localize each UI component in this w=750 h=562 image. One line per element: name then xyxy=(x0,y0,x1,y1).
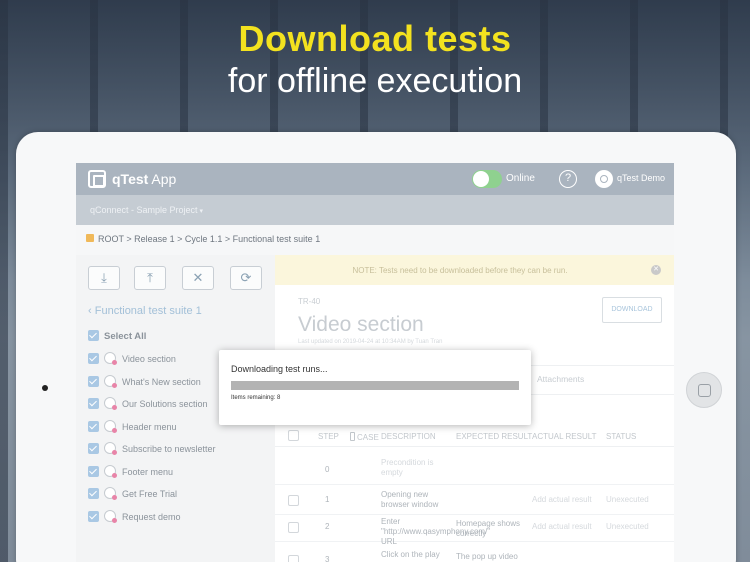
row-checkbox[interactable] xyxy=(288,522,299,533)
item-label: Footer menu xyxy=(122,467,174,477)
cell-step: 1 xyxy=(325,495,330,504)
row-checkbox[interactable] xyxy=(288,555,299,562)
online-toggle[interactable] xyxy=(472,170,502,188)
test-run-status-icon xyxy=(104,397,117,410)
brand-bold: qTest xyxy=(112,171,149,187)
cell-actual[interactable]: Add actual result xyxy=(532,495,604,505)
qtest-logo-icon xyxy=(88,170,106,188)
item-checkbox[interactable] xyxy=(88,466,99,477)
project-selector[interactable]: qConnect - Sample Project xyxy=(90,205,203,215)
progress-bar xyxy=(231,381,519,390)
row-divider xyxy=(275,541,674,542)
list-item[interactable]: Subscribe to newsletter xyxy=(86,442,266,456)
item-checkbox[interactable] xyxy=(88,443,99,454)
close-icon[interactable]: ✕ xyxy=(651,265,661,275)
select-all-row[interactable]: Select All xyxy=(86,329,266,343)
col-case: CASE xyxy=(350,432,379,442)
col-description: DESCRIPTION xyxy=(381,432,436,441)
test-run-status-icon xyxy=(104,442,117,455)
item-label: Our Solutions section xyxy=(122,399,208,409)
test-run-status-icon xyxy=(104,510,117,523)
item-label: What's New section xyxy=(122,377,201,387)
help-icon[interactable]: ? xyxy=(559,170,577,188)
test-run-id: TR-40 xyxy=(298,297,321,306)
select-all-checkbox[interactable] xyxy=(88,330,99,341)
test-run-status-icon xyxy=(104,420,117,433)
col-actual: ACTUAL RESULT xyxy=(532,432,597,441)
progress-fill xyxy=(231,381,519,390)
cell-step: 2 xyxy=(325,522,330,531)
tab-attachments[interactable]: Attachments xyxy=(537,374,584,384)
breadcrumb[interactable]: ROOT > Release 1 > Cycle 1.1 > Functiona… xyxy=(98,234,320,244)
cell-description[interactable]: Opening new browser window xyxy=(381,490,453,510)
item-checkbox[interactable] xyxy=(88,376,99,387)
item-label: Request demo xyxy=(122,512,181,522)
list-item[interactable]: Footer menu xyxy=(86,465,266,479)
test-run-status-icon xyxy=(104,465,117,478)
item-checkbox[interactable] xyxy=(88,488,99,499)
home-square-icon xyxy=(698,384,711,397)
cell-actual[interactable]: Add actual result xyxy=(532,522,604,532)
row-divider xyxy=(275,514,674,515)
cell-description[interactable]: Enter "http://www.qasymphony.com/" URL xyxy=(381,517,490,547)
user-avatar-icon[interactable] xyxy=(595,170,613,188)
case-icon xyxy=(350,432,355,441)
row-divider xyxy=(275,484,674,485)
test-run-status-icon xyxy=(104,487,117,500)
cell-step: 0 xyxy=(325,465,330,474)
suite-back-link[interactable]: ‹ Functional test suite 1 xyxy=(88,305,202,317)
item-checkbox[interactable] xyxy=(88,353,99,364)
col-step: STEP xyxy=(318,432,339,441)
test-run-status-icon xyxy=(104,375,117,388)
promo-subline: for offline execution xyxy=(227,62,523,100)
cell-expected[interactable]: Homepage shows correctly xyxy=(456,519,528,539)
tablet-camera xyxy=(42,385,48,391)
dialog-title: Downloading test runs... xyxy=(231,364,328,374)
notice-text: NOTE: Tests need to be downloaded before… xyxy=(352,266,568,275)
cell-description[interactable]: Precondition is empty xyxy=(381,458,453,478)
list-item[interactable]: Request demo xyxy=(86,510,266,524)
online-label: Online xyxy=(506,173,535,184)
cell-status: Unexecuted xyxy=(606,522,649,531)
download-progress-dialog: Downloading test runs... Items remaining… xyxy=(219,350,531,425)
row-checkbox[interactable] xyxy=(288,495,299,506)
sync-tool-button[interactable]: ⟳ xyxy=(230,266,262,290)
brand-light: App xyxy=(148,171,177,187)
cell-status: Unexecuted xyxy=(606,495,649,504)
delete-tool-button[interactable]: ✕ xyxy=(182,266,214,290)
user-name[interactable]: qTest Demo xyxy=(617,173,665,183)
grid-select-all-checkbox[interactable] xyxy=(288,430,299,441)
cell-description[interactable]: Click on the play xyxy=(381,550,453,560)
download-button[interactable]: DOWNLOAD xyxy=(602,297,662,323)
suite-title: Functional test suite 1 xyxy=(94,305,202,317)
col-case-label: CASE xyxy=(357,433,379,442)
list-item[interactable]: Get Free Trial xyxy=(86,487,266,501)
cell-step: 3 xyxy=(325,555,330,562)
item-label: Video section xyxy=(122,354,176,364)
item-label: Get Free Trial xyxy=(122,489,178,499)
project-bar: qConnect - Sample Project xyxy=(76,195,674,225)
cell-expected[interactable]: The pop up video xyxy=(456,552,528,562)
folder-icon xyxy=(86,234,94,242)
test-run-status-icon xyxy=(104,352,117,365)
col-status: STATUS xyxy=(606,432,637,441)
download-tool-button[interactable]: ⤓ xyxy=(88,266,120,290)
item-label: Subscribe to newsletter xyxy=(122,444,216,454)
select-all-label: Select All xyxy=(104,331,147,342)
items-remaining: Items remaining: 8 xyxy=(231,395,281,401)
upload-tool-button[interactable]: ⤒ xyxy=(134,266,166,290)
item-checkbox[interactable] xyxy=(88,511,99,522)
item-checkbox[interactable] xyxy=(88,421,99,432)
tablet-home-button[interactable] xyxy=(686,372,722,408)
test-run-title: Video section xyxy=(298,313,424,336)
test-run-meta: Last updated on 2019-04-24 at 10:34AM by… xyxy=(298,339,443,345)
app-title: qTest App xyxy=(112,171,176,187)
col-expected: EXPECTED RESULT xyxy=(456,432,533,441)
promo-headline: Download tests xyxy=(238,18,512,59)
app-topbar: qTest App Online ? qTest Demo xyxy=(76,163,674,195)
item-label: Header menu xyxy=(122,422,177,432)
item-checkbox[interactable] xyxy=(88,398,99,409)
